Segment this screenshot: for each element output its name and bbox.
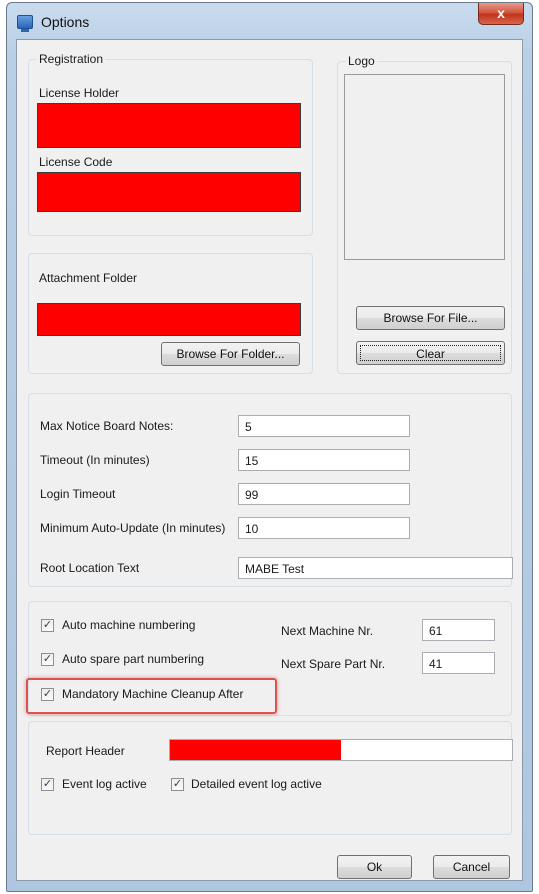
attachment-folder-group: Attachment Folder Browse For Folder...: [28, 253, 313, 374]
auto-spare-part-numbering-checkbox[interactable]: ✓: [41, 653, 54, 666]
registration-group-title: Registration: [37, 52, 106, 66]
mandatory-machine-cleanup-checkbox[interactable]: ✓: [41, 688, 54, 701]
numbering-group: ✓ Auto machine numbering Next Machine Nr…: [26, 601, 512, 716]
max-notice-board-notes-label: Max Notice Board Notes:: [40, 419, 174, 433]
general-settings-group: Max Notice Board Notes: 5 Timeout (In mi…: [28, 393, 513, 587]
event-log-active-checkbox[interactable]: ✓: [41, 778, 54, 791]
ok-button[interactable]: Ok: [337, 855, 412, 879]
next-spare-part-nr-label: Next Spare Part Nr.: [281, 657, 386, 671]
browse-for-file-button[interactable]: Browse For File...: [356, 306, 505, 330]
max-notice-board-notes-input[interactable]: 5: [238, 415, 410, 437]
auto-machine-numbering-label: Auto machine numbering: [62, 618, 196, 632]
next-machine-nr-label: Next Machine Nr.: [281, 624, 374, 638]
report-header-label: Report Header: [46, 744, 125, 758]
detailed-event-log-active-checkbox[interactable]: ✓: [171, 778, 184, 791]
report-header-input[interactable]: [169, 739, 513, 761]
login-timeout-label: Login Timeout: [40, 487, 116, 501]
options-window: Options x Registration License Holder Li…: [6, 2, 533, 892]
logo-group-title: Logo: [346, 54, 377, 68]
checkmark-icon: ✓: [42, 778, 53, 790]
logo-preview[interactable]: [344, 74, 505, 260]
report-header-redacted: [170, 740, 341, 760]
auto-spare-part-numbering-label: Auto spare part numbering: [62, 652, 205, 666]
auto-machine-numbering-checkbox[interactable]: ✓: [41, 619, 54, 632]
detailed-event-log-active-label: Detailed event log active: [191, 777, 322, 791]
next-machine-nr-input[interactable]: 61: [422, 619, 495, 641]
next-spare-part-nr-input[interactable]: 41: [422, 652, 495, 674]
options-window-icon: [17, 15, 33, 32]
license-code-label: License Code: [39, 155, 113, 169]
license-holder-field[interactable]: [37, 103, 301, 148]
registration-group: Registration License Holder License Code: [28, 52, 313, 236]
close-button[interactable]: x: [478, 3, 524, 25]
checkmark-icon: ✓: [42, 688, 53, 700]
checkmark-icon: ✓: [42, 619, 53, 631]
clear-button[interactable]: Clear: [356, 341, 505, 365]
attachment-folder-label: Attachment Folder: [39, 271, 138, 285]
license-code-field[interactable]: [37, 172, 301, 212]
attachment-folder-field[interactable]: [37, 303, 301, 336]
timeout-input[interactable]: 15: [238, 449, 410, 471]
cancel-button[interactable]: Cancel: [433, 855, 510, 879]
checkmark-icon: ✓: [172, 778, 183, 790]
event-log-active-label: Event log active: [62, 777, 147, 791]
clear-button-label: Clear: [360, 345, 501, 361]
timeout-label: Timeout (In minutes): [40, 453, 150, 467]
options-dialog-body: Registration License Holder License Code…: [16, 39, 523, 881]
window-title: Options: [41, 14, 90, 30]
min-auto-update-input[interactable]: 10: [238, 517, 410, 539]
report-group: Report Header ✓ Event log active ✓ Detai…: [28, 721, 513, 835]
license-holder-label: License Holder: [39, 86, 120, 100]
root-location-text-input[interactable]: MABE Test: [238, 557, 513, 579]
title-bar[interactable]: Options x: [7, 3, 532, 39]
root-location-text-label: Root Location Text: [40, 561, 140, 575]
browse-for-folder-button[interactable]: Browse For Folder...: [161, 342, 300, 366]
checkmark-icon: ✓: [42, 653, 53, 665]
login-timeout-input[interactable]: 99: [238, 483, 410, 505]
mandatory-machine-cleanup-label: Mandatory Machine Cleanup After: [62, 687, 244, 701]
min-auto-update-label: Minimum Auto-Update (In minutes): [40, 521, 226, 535]
logo-group: Logo Browse For File... Clear: [337, 54, 512, 374]
